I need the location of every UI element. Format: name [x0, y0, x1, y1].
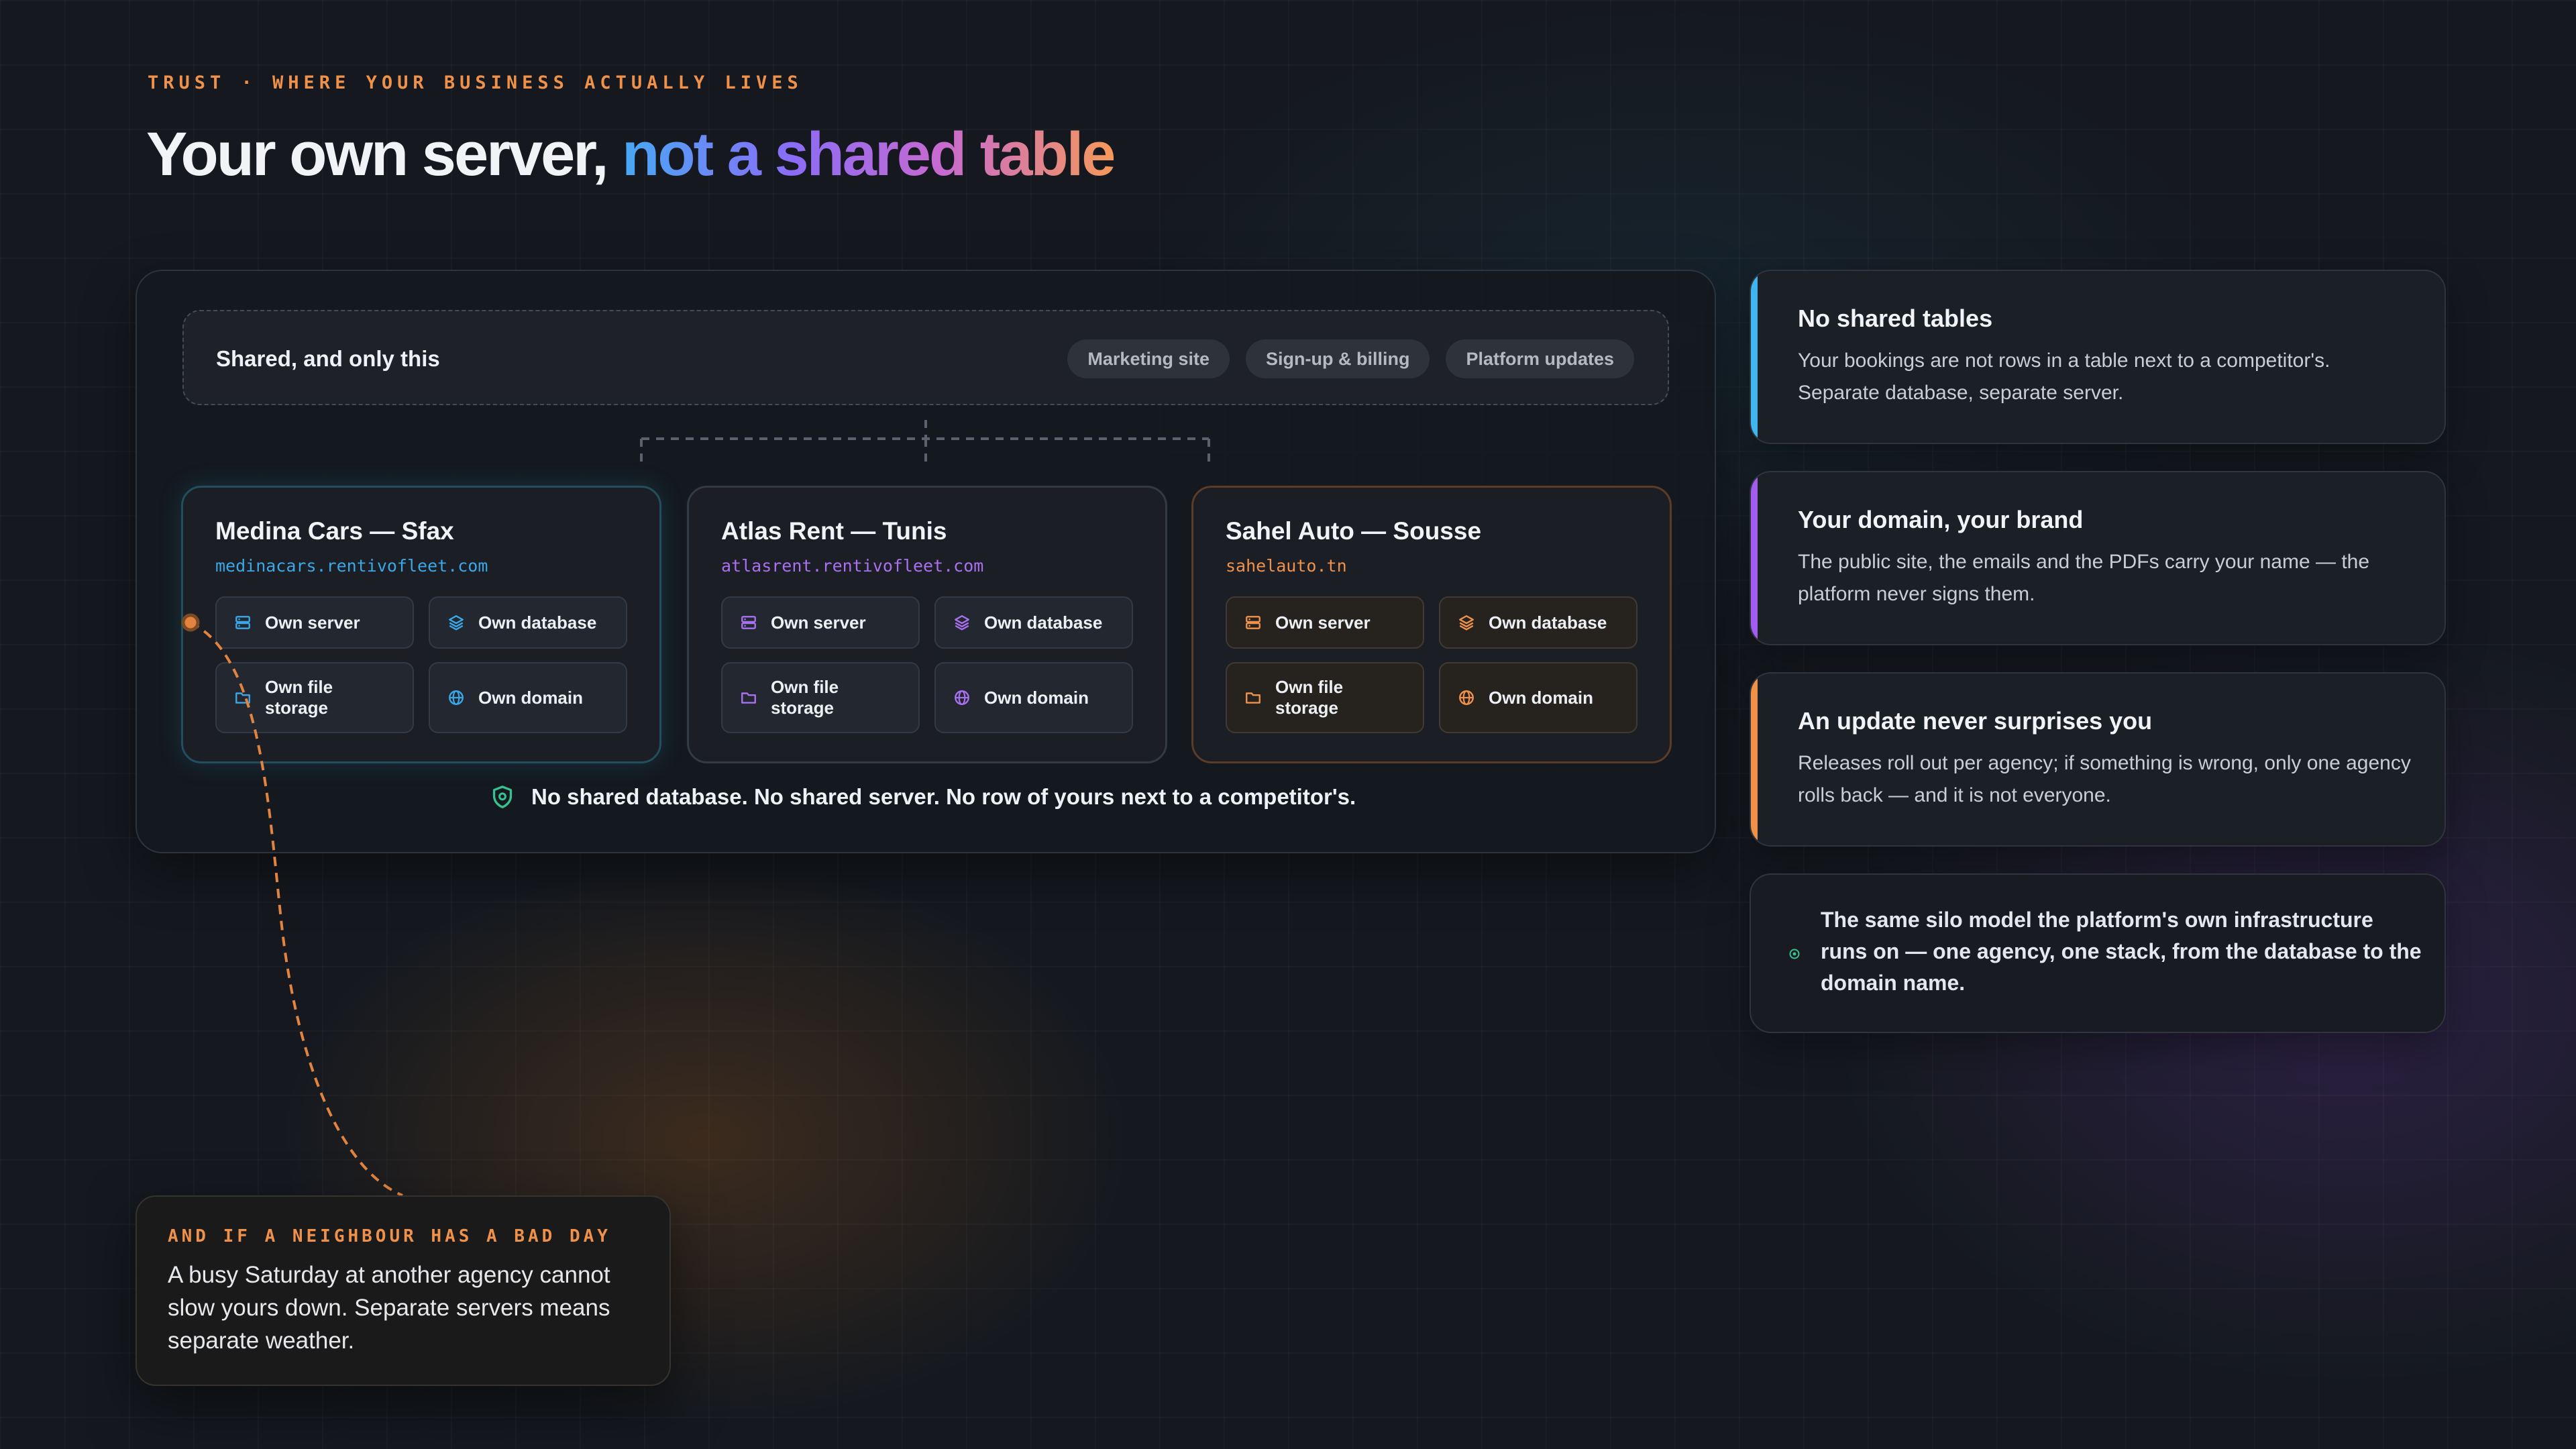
side-card-title: Your domain, your brand — [1798, 506, 2084, 533]
callout-eyebrow: AND IF A NEIGHBOUR HAS A BAD DAY — [168, 1226, 611, 1246]
resource-label: Own server — [265, 612, 360, 633]
resource-label: Own domain — [478, 687, 583, 708]
title-plain: Your own server, — [146, 120, 623, 189]
side-card-silo-model: The same silo model the platform's own i… — [1750, 873, 2446, 1033]
page-title: Your own server, not a shared table — [146, 119, 1116, 190]
side-card-update-never-surprises: An update never surprises you Releases r… — [1750, 672, 2446, 847]
resource-label: Own file storage — [1275, 677, 1344, 718]
dot-icon — [1789, 949, 1800, 959]
tenant-card-sahel[interactable]: Sahel Auto — Sousse sahelauto.tn Own ser… — [1191, 486, 1672, 763]
resource-label: Own database — [478, 612, 597, 633]
resource-own-server: Own server — [1226, 596, 1424, 649]
resource-own-domain: Own domain — [429, 662, 627, 733]
resource-label: Own domain — [1489, 687, 1593, 708]
eyebrow-label: TRUST · WHERE YOUR BUSINESS ACTUALLY LIV… — [148, 72, 803, 93]
resource-own-file-storage: Own file storage — [215, 662, 414, 733]
resource-own-file-storage: Own file storage — [1226, 662, 1424, 733]
tenant-domain[interactable]: medinacars.rentivofleet.com — [215, 556, 488, 576]
folder-icon — [741, 692, 756, 704]
shield-check-icon — [492, 786, 513, 808]
folder-icon — [1246, 692, 1260, 704]
tenant-domain[interactable]: atlasrent.rentivofleet.com — [721, 556, 983, 576]
tenant-card-atlas[interactable]: Atlas Rent — Tunis atlasrent.rentivoflee… — [687, 486, 1167, 763]
resource-own-server: Own server — [215, 596, 414, 649]
globe-icon — [449, 690, 464, 705]
callout-text: A busy Saturday at another agency cannot… — [168, 1262, 610, 1354]
side-card-body: The public site, the emails and the PDFs… — [1798, 551, 2370, 605]
resource-label: Own database — [984, 612, 1103, 633]
side-card-body: Releases roll out per agency; if somethi… — [1798, 752, 2411, 806]
tenant-name: Atlas Rent — Tunis — [721, 517, 947, 545]
resource-label: Own server — [1275, 612, 1371, 633]
isolation-note-text: No shared database. No shared server. No… — [531, 784, 1356, 809]
tenant-domain[interactable]: sahelauto.tn — [1226, 556, 1347, 576]
resource-own-database: Own database — [1439, 596, 1638, 649]
architecture-panel: Shared, and only this Marketing site Sig… — [136, 270, 1716, 853]
resource-own-server: Own server — [721, 596, 920, 649]
tenant-card-medina[interactable]: Medina Cars — Sfax medinacars.rentivofle… — [181, 486, 661, 763]
accent-stripe — [1751, 472, 1758, 644]
side-card-title: No shared tables — [1798, 305, 1993, 332]
silo-note-text: The same silo model the platform's own i… — [1821, 908, 2422, 995]
globe-icon — [1459, 690, 1474, 705]
resource-own-database: Own database — [934, 596, 1133, 649]
folder-icon — [235, 692, 250, 704]
resource-own-domain: Own domain — [934, 662, 1133, 733]
server-icon — [235, 616, 250, 629]
side-card-title: An update never surprises you — [1798, 707, 2153, 735]
database-layers-icon — [955, 615, 969, 631]
side-card-no-shared-tables: No shared tables Your bookings are not r… — [1750, 270, 2446, 444]
tenant-name: Sahel Auto — Sousse — [1226, 517, 1482, 545]
isolation-note: No shared database. No shared server. No… — [491, 784, 1356, 810]
tenant-name: Medina Cars — Sfax — [215, 517, 454, 545]
resource-own-domain: Own domain — [1439, 662, 1638, 733]
server-icon — [1246, 616, 1260, 629]
resource-label: Own file storage — [771, 677, 839, 718]
shared-connector-lines — [640, 420, 1210, 466]
resource-own-database: Own database — [429, 596, 627, 649]
resource-label: Own server — [771, 612, 866, 633]
title-highlight: not a shared table — [622, 120, 1116, 189]
side-card-body: Your bookings are not rows in a table ne… — [1798, 350, 2330, 404]
accent-stripe — [1751, 674, 1758, 845]
side-card-your-domain: Your domain, your brand The public site,… — [1750, 471, 2446, 645]
neighbour-callout: AND IF A NEIGHBOUR HAS A BAD DAY A busy … — [136, 1195, 671, 1386]
database-layers-icon — [1459, 615, 1474, 631]
resource-label: Own database — [1489, 612, 1607, 633]
accent-stripe — [1751, 271, 1758, 443]
globe-icon — [955, 690, 969, 705]
resource-own-file-storage: Own file storage — [721, 662, 920, 733]
server-icon — [741, 616, 756, 629]
database-layers-icon — [449, 615, 464, 631]
resource-label: Own domain — [984, 687, 1089, 708]
resource-label: Own file storage — [265, 677, 333, 718]
